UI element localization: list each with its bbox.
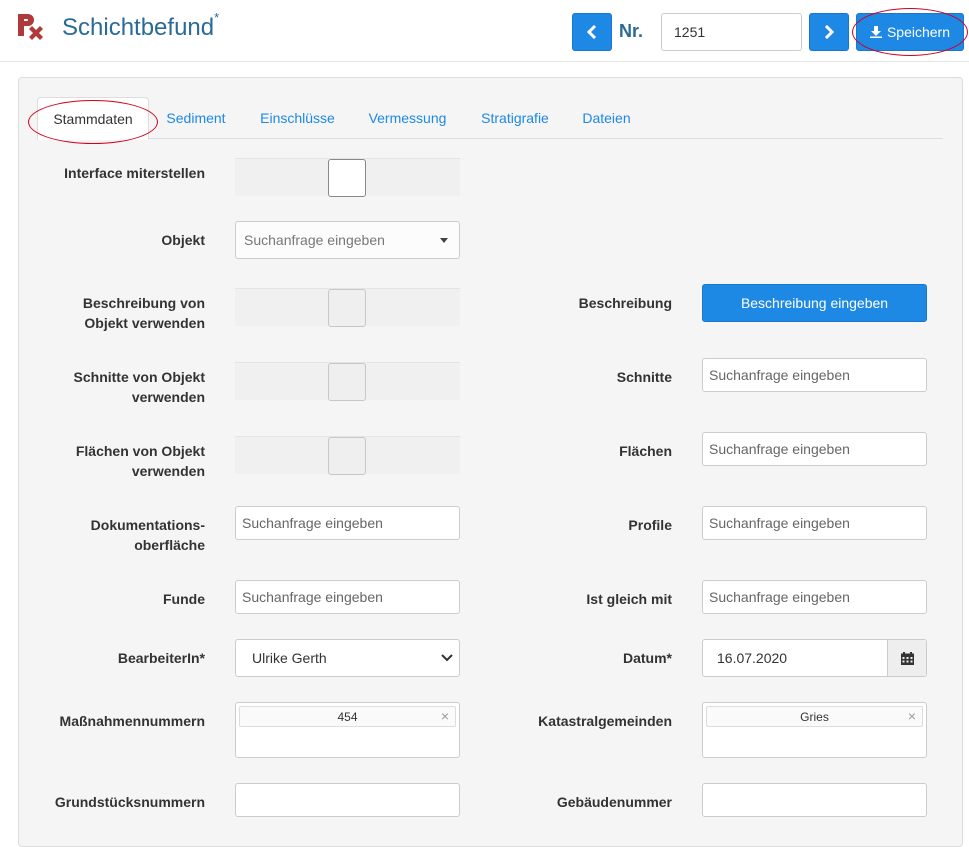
bearbeiter-label: BearbeiterIn* [117,650,205,666]
schnitte-input[interactable]: Suchanfrage eingeben [702,358,927,392]
caret-down-icon [440,238,448,243]
previous-record-button[interactable] [572,13,612,51]
grundstuecksnummern-input[interactable] [235,783,460,817]
objekt-label: Objekt [161,232,205,248]
gebaeudenummer-label: Gebäudenummer [556,794,672,810]
tab-sediment[interactable]: Sediment [152,97,240,139]
beschreibung-eingeben-button[interactable]: Beschreibung eingeben [702,284,927,322]
flaechen-label: Flächen [619,443,672,459]
tag-label: Gries [800,709,829,724]
profile-label: Profile [628,517,672,533]
dokumentationsoberflaeche-label: Dokumentations-oberfläche [90,517,205,553]
save-button-label: Speichern [886,24,951,40]
tab-stratigrafie[interactable]: Stratigrafie [465,97,565,139]
flaechen-objekt-label: Flächen von Objekt verwenden [75,443,205,479]
chevron-right-icon [824,25,834,39]
funde-label: Funde [163,591,205,607]
massnahmennummer-tag: 454 × [239,706,456,727]
datum-value: 16.07.2020 [717,650,788,666]
schnitte-objekt-checkbox-wrap [235,362,460,401]
schnitte-label: Schnitte [616,369,672,385]
flaechen-input[interactable]: Suchanfrage eingeben [702,432,927,466]
nr-label: Nr. [619,21,644,41]
save-button[interactable]: Speichern [856,13,964,51]
tab-stammdaten[interactable]: Stammdaten [37,97,149,140]
schnitte-objekt-checkbox[interactable] [328,363,366,401]
app-logo-icon [18,14,43,40]
schnitte-objekt-label: Schnitte von Objekt verwenden [73,369,205,405]
app-header: Schichtbefund* Nr. 1251 Speichern [0,0,969,62]
massnahmennummern-tag-input[interactable]: 454 × [235,702,460,758]
beschreibung-objekt-checkbox-wrap [235,288,460,327]
datum-input[interactable]: 16.07.2020 [702,639,927,677]
page-title: Schichtbefund* [62,10,220,41]
dokumentationsoberflaeche-input[interactable]: Suchanfrage eingeben [235,506,460,540]
record-number-input[interactable]: 1251 [661,13,802,51]
massnahmennummern-label: Maßnahmennummern [59,713,205,729]
interface-checkbox[interactable] [328,159,366,197]
unsaved-marker: * [214,10,220,25]
remove-tag-icon[interactable]: × [908,708,916,724]
katastralgemeinden-tag-input[interactable]: Gries × [702,702,927,758]
interface-checkbox-wrap [235,158,460,197]
katastralgemeinde-tag: Gries × [706,706,923,727]
tag-label: 454 [337,709,358,724]
interface-label: Interface miterstellen [64,165,205,181]
bearbeiter-select[interactable]: Ulrike Gerth [235,639,460,677]
download-icon [869,26,882,38]
calendar-button[interactable] [887,640,926,676]
gebaeudenummer-input[interactable] [702,783,927,817]
grundstuecksnummern-label: Grundstücksnummern [54,794,205,810]
funde-input[interactable]: Suchanfrage eingeben [235,580,460,614]
next-record-button[interactable] [809,13,849,51]
ist-gleich-mit-label: Ist gleich mit [586,591,672,607]
profile-input[interactable]: Suchanfrage eingeben [702,506,927,540]
katastralgemeinden-label: Katastralgemeinden [538,713,672,729]
tab-einschluesse[interactable]: Einschlüsse [244,97,351,139]
tab-vermessung[interactable]: Vermessung [355,97,460,139]
datum-label: Datum* [622,650,672,666]
bearbeiter-value: Ulrike Gerth [252,650,327,666]
chevron-left-icon [587,25,597,39]
beschreibung-objekt-label: Beschreibung von Objekt verwenden [82,295,205,331]
objekt-placeholder: Suchanfrage eingeben [244,232,385,248]
calendar-icon [900,651,914,665]
flaechen-objekt-checkbox-wrap [235,436,460,475]
objekt-select[interactable]: Suchanfrage eingeben [235,221,460,259]
chevron-down-icon [441,654,453,662]
beschreibung-label: Beschreibung [578,295,672,311]
ist-gleich-mit-input[interactable]: Suchanfrage eingeben [702,580,927,614]
flaechen-objekt-checkbox[interactable] [328,437,366,475]
tab-dateien[interactable]: Dateien [569,97,644,139]
tab-bar: Stammdaten Sediment Einschlüsse Vermessu… [37,97,943,140]
remove-tag-icon[interactable]: × [441,708,449,724]
beschreibung-objekt-checkbox[interactable] [328,289,366,327]
